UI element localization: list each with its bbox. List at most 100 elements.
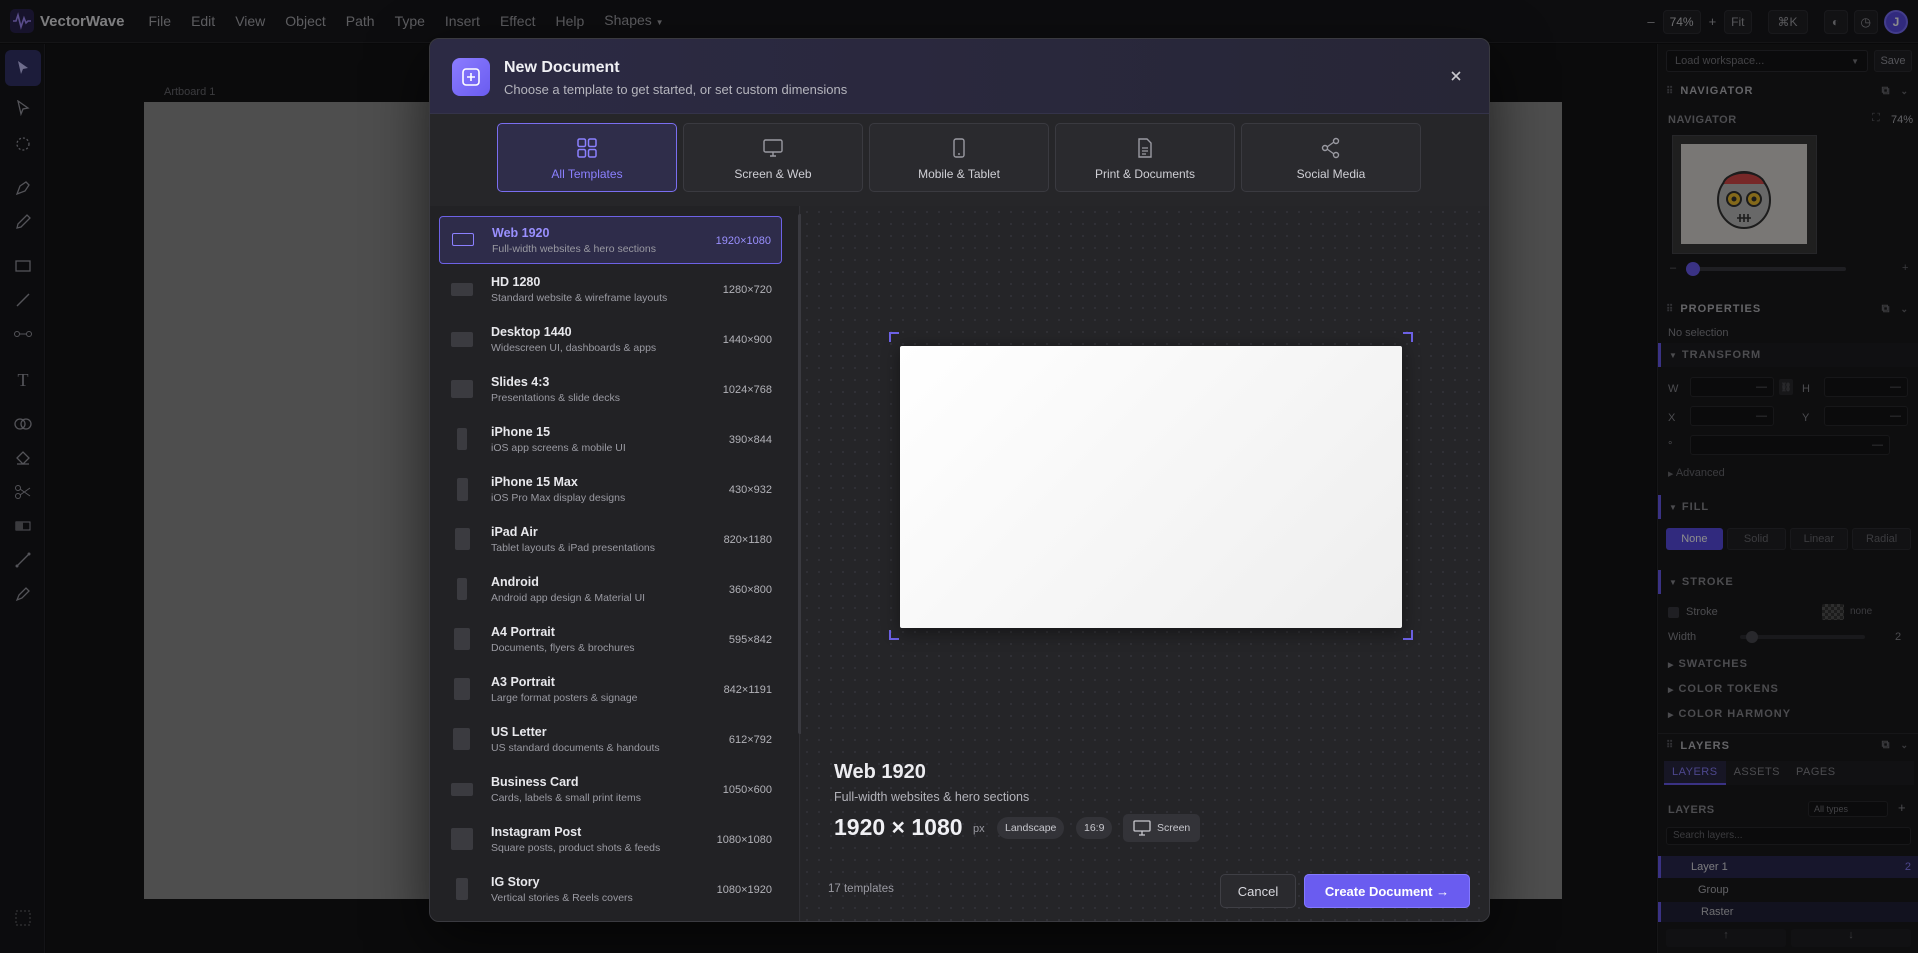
template-size: 1920×1080 bbox=[715, 235, 771, 247]
template-item-a4-portrait[interactable]: A4 Portrait Documents, flyers & brochures… bbox=[439, 616, 782, 664]
template-list: Web 1920 Full-width websites & hero secti… bbox=[430, 206, 800, 921]
preview-page bbox=[900, 346, 1402, 628]
template-desc: iOS Pro Max display designs bbox=[491, 492, 626, 504]
template-name: iPhone 15 Max bbox=[491, 475, 578, 489]
portrait-thumb-icon bbox=[457, 578, 467, 600]
grid-icon bbox=[577, 138, 597, 158]
template-item-desktop-1440[interactable]: Desktop 1440 Widescreen UI, dashboards & … bbox=[439, 316, 782, 364]
new-document-dialog: New Document Choose a template to get st… bbox=[429, 38, 1490, 922]
phone-icon bbox=[953, 138, 965, 158]
template-desc: Android app design & Material UI bbox=[491, 592, 646, 604]
orientation-badge: Landscape bbox=[997, 817, 1065, 839]
template-name: Android bbox=[491, 575, 539, 589]
preview-title: Web 1920 bbox=[834, 761, 926, 783]
template-name: Web 1920 bbox=[492, 226, 550, 240]
template-name: Business Card bbox=[491, 775, 579, 789]
template-name: US Letter bbox=[491, 725, 547, 739]
template-desc: iOS app screens & mobile UI bbox=[491, 442, 626, 454]
template-desc: Large format posters & signage bbox=[491, 692, 638, 704]
template-size: 1280×720 bbox=[722, 284, 772, 296]
template-size: 612×792 bbox=[728, 734, 772, 746]
portrait-thumb-icon bbox=[456, 878, 468, 900]
template-name: Desktop 1440 bbox=[491, 325, 572, 339]
preview-corner-br bbox=[1403, 630, 1413, 640]
template-size: 430×932 bbox=[728, 484, 772, 496]
template-name: iPhone 15 bbox=[491, 425, 551, 439]
template-item-business-card[interactable]: Business Card Cards, labels & small print… bbox=[439, 766, 782, 814]
preview-unit: px bbox=[973, 823, 985, 835]
tab-print-documents[interactable]: Print & Documents bbox=[1055, 123, 1235, 192]
portrait-thumb-icon bbox=[454, 628, 470, 650]
close-icon[interactable] bbox=[1447, 67, 1465, 85]
portrait-thumb-icon bbox=[453, 728, 470, 750]
tab-social-media[interactable]: Social Media bbox=[1241, 123, 1421, 192]
template-count: 17 templates bbox=[828, 883, 894, 895]
tab-mobile-tablet[interactable]: Mobile & Tablet bbox=[869, 123, 1049, 192]
template-name: A4 Portrait bbox=[491, 625, 555, 639]
dialog-header: New Document Choose a template to get st… bbox=[430, 39, 1489, 114]
template-size: 390×844 bbox=[728, 434, 772, 446]
template-desc: Square posts, product shots & feeds bbox=[491, 842, 661, 854]
preview-dimensions: 1920 × 1080 bbox=[834, 814, 963, 840]
template-name: IG Story bbox=[491, 875, 540, 889]
preview-corner-tr bbox=[1403, 332, 1413, 342]
template-item-instagram-post[interactable]: Instagram Post Square posts, product shot… bbox=[439, 816, 782, 864]
dialog-subtitle: Choose a template to get started, or set… bbox=[504, 82, 848, 97]
template-item-a3-portrait[interactable]: A3 Portrait Large format posters & signag… bbox=[439, 666, 782, 714]
template-item-hd-1280[interactable]: HD 1280 Standard website & wireframe layo… bbox=[439, 266, 782, 314]
preview-description: Full-width websites & hero sections bbox=[834, 790, 1030, 804]
cancel-button[interactable]: Cancel bbox=[1220, 874, 1296, 908]
template-name: A3 Portrait bbox=[491, 675, 555, 689]
template-item-slides-4-3[interactable]: Slides 4:3 Presentations & slide decks 102… bbox=[439, 366, 782, 414]
square-thumb-icon bbox=[451, 828, 473, 850]
template-name: iPad Air bbox=[491, 525, 538, 539]
template-item-iphone-15[interactable]: iPhone 15 iOS app screens & mobile UI 390×… bbox=[439, 416, 782, 464]
template-size: 842×1191 bbox=[723, 684, 772, 696]
share-icon bbox=[1321, 137, 1340, 159]
monitor-icon bbox=[1133, 820, 1151, 836]
template-item-ig-story[interactable]: IG Story Vertical stories & Reels covers 1… bbox=[439, 866, 782, 914]
portrait-thumb-icon bbox=[455, 528, 470, 550]
template-name: Slides 4:3 bbox=[491, 375, 550, 389]
tab-screen-web[interactable]: Screen & Web bbox=[683, 123, 863, 192]
monitor-icon bbox=[763, 139, 783, 157]
template-desc: Documents, flyers & brochures bbox=[491, 642, 635, 654]
create-document-button[interactable]: Create Document → bbox=[1304, 874, 1470, 908]
landscape-thumb-icon bbox=[451, 283, 473, 296]
tab-label: Social Media bbox=[1296, 167, 1366, 181]
tab-all-templates[interactable]: All Templates bbox=[497, 123, 677, 192]
document-icon bbox=[1138, 138, 1152, 158]
landscape-thumb-icon bbox=[451, 380, 473, 398]
template-size: 360×800 bbox=[728, 584, 772, 596]
portrait-thumb-icon bbox=[457, 428, 467, 450]
template-size: 1440×900 bbox=[722, 334, 772, 346]
template-desc: US standard documents & handouts bbox=[491, 742, 660, 754]
ratio-badge: 16:9 bbox=[1076, 817, 1113, 839]
template-item-ipad-air[interactable]: iPad Air Tablet layouts & iPad presentati… bbox=[439, 516, 782, 564]
tab-label: Mobile & Tablet bbox=[918, 167, 1000, 181]
template-item-us-letter[interactable]: US Letter US standard documents & handout… bbox=[439, 716, 782, 764]
template-size: 1080×1080 bbox=[716, 834, 772, 846]
template-desc: Presentations & slide decks bbox=[491, 392, 620, 404]
category-badge: Screen bbox=[1123, 814, 1201, 842]
portrait-thumb-icon bbox=[457, 478, 468, 501]
template-size: 1050×600 bbox=[722, 784, 772, 796]
template-size: 1080×1920 bbox=[716, 884, 772, 896]
template-category-tabs: All Templates Screen & Web Mobile & Tabl… bbox=[497, 123, 1421, 193]
landscape-thumb-icon bbox=[452, 233, 474, 246]
template-desc: Full-width websites & hero sections bbox=[492, 243, 656, 255]
template-item-android[interactable]: Android Android app design & Material UI 3… bbox=[439, 566, 782, 614]
new-document-icon bbox=[452, 58, 490, 96]
portrait-thumb-icon bbox=[454, 678, 470, 700]
template-item-web-1920[interactable]: Web 1920 Full-width websites & hero secti… bbox=[439, 216, 782, 264]
category-label: Screen bbox=[1157, 822, 1191, 834]
tab-label: Screen & Web bbox=[734, 167, 812, 181]
template-item-iphone-15-max[interactable]: iPhone 15 Max iOS Pro Max display designs… bbox=[439, 466, 782, 514]
template-name: Instagram Post bbox=[491, 825, 582, 839]
dialog-title: New Document bbox=[504, 59, 620, 76]
template-size: 820×1180 bbox=[723, 534, 772, 546]
template-desc: Standard website & wireframe layouts bbox=[491, 292, 668, 304]
template-desc: Widescreen UI, dashboards & apps bbox=[491, 342, 657, 354]
preview-corner-bl bbox=[889, 630, 899, 640]
template-desc: Tablet layouts & iPad presentations bbox=[491, 542, 656, 554]
